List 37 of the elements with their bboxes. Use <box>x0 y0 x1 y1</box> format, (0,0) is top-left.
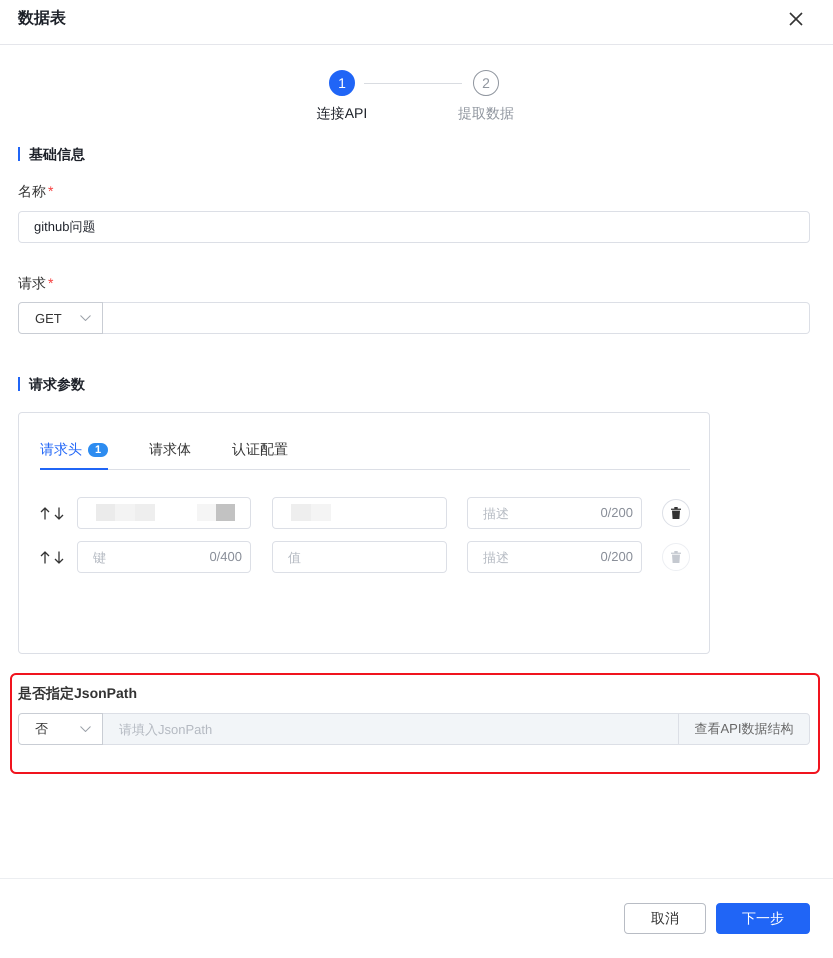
chevron-down-icon <box>80 726 91 732</box>
method-select[interactable]: GET <box>18 302 103 334</box>
name-input[interactable]: github问题 <box>18 211 810 243</box>
url-input[interactable] <box>103 302 810 334</box>
close-icon[interactable] <box>789 12 803 26</box>
up-arrow-icon[interactable] <box>40 550 50 564</box>
tab[interactable]: 请求头 1 <box>40 432 108 470</box>
character-counter: 0/400 <box>209 549 242 565</box>
next-button[interactable]: 下一步 <box>716 903 810 934</box>
character-counter: 0/200 <box>600 505 633 521</box>
count-badge: 1 <box>88 443 108 457</box>
chevron-down-icon <box>80 315 91 321</box>
cancel-button[interactable]: 取消 <box>624 903 706 934</box>
value-input[interactable]: 值 <box>272 541 447 573</box>
down-arrow-icon[interactable] <box>54 506 64 520</box>
tab[interactable]: 请求体 <box>149 432 191 470</box>
tab[interactable]: 认证配置 <box>232 432 288 470</box>
section-title: 基础信息 <box>29 145 85 164</box>
down-arrow-icon[interactable] <box>54 550 64 564</box>
step-label: 连接API <box>316 104 368 123</box>
trash-icon <box>671 507 681 519</box>
step-number: 1 <box>329 70 355 96</box>
up-arrow-icon[interactable] <box>40 506 50 520</box>
section-marker-icon <box>18 147 20 161</box>
step-number: 2 <box>473 70 499 96</box>
field-label: 是否指定JsonPath <box>18 684 138 703</box>
step-label: 提取数据 <box>458 104 514 123</box>
required-mark: * <box>48 182 54 201</box>
dialog-title: 数据表 <box>18 8 66 29</box>
field-label: 名称 <box>18 182 46 201</box>
field-label: 请求 <box>18 274 46 293</box>
section-marker-icon <box>18 377 20 391</box>
character-counter: 0/200 <box>600 549 633 565</box>
delete-button[interactable] <box>662 499 690 527</box>
section-title: 请求参数 <box>29 375 85 394</box>
required-mark: * <box>48 274 54 293</box>
trash-icon <box>671 551 681 563</box>
